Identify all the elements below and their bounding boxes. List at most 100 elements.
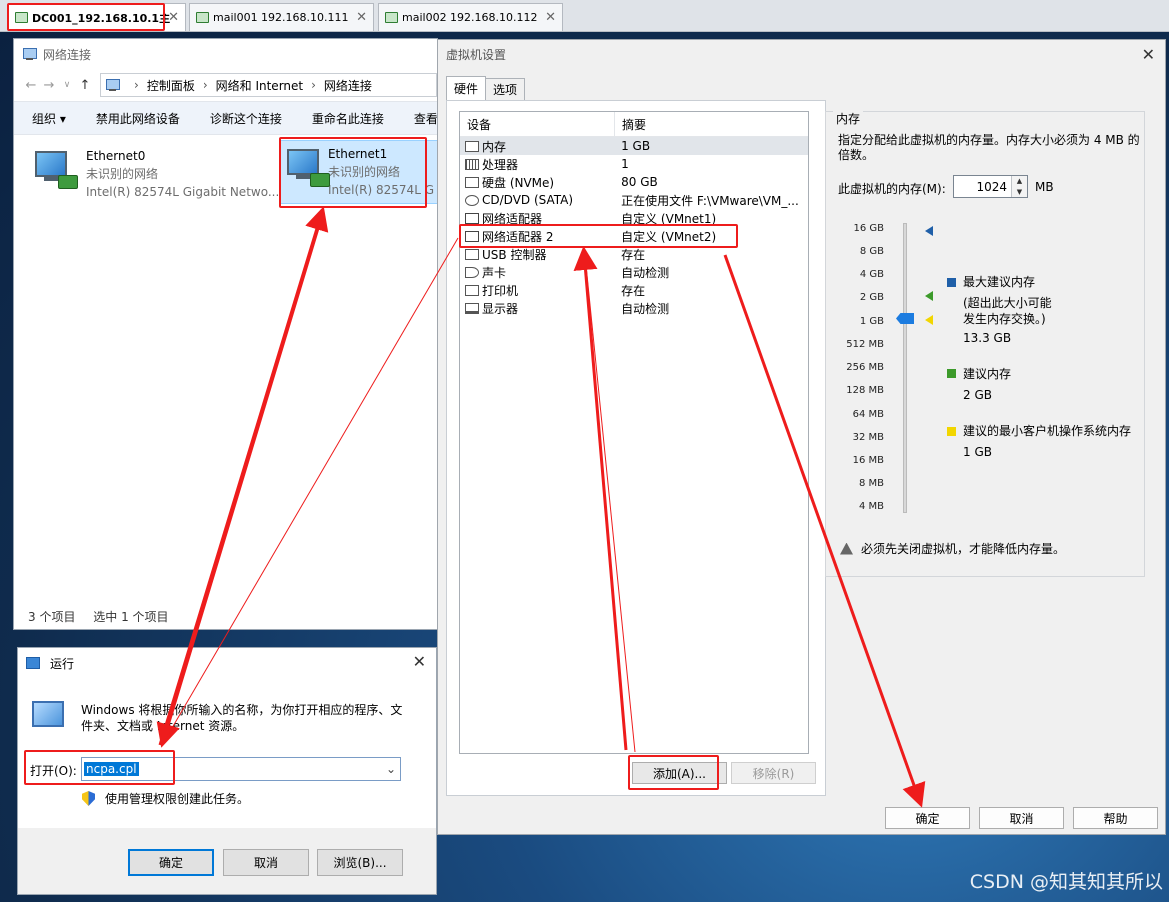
- close-icon[interactable]: ✕: [545, 10, 556, 25]
- scale-label: 16 MB: [852, 455, 884, 466]
- dropdown-icon[interactable]: ∨: [58, 80, 76, 90]
- selected-count: 选中 1 个项目: [93, 610, 169, 624]
- device-list: 设备 摘要 内存 1 GB 处理器 1 硬盘 (NVMe) 80 GB CD/D…: [459, 111, 809, 754]
- adapter-name: Ethernet1: [327, 147, 388, 161]
- min-recommended-marker: [925, 315, 933, 325]
- add-device-button[interactable]: 添加(A)...: [632, 762, 727, 784]
- tab-options[interactable]: 选项: [485, 78, 526, 100]
- device-row-cpu[interactable]: 处理器 1: [460, 155, 808, 173]
- device-row-network-adapter[interactable]: 网络适配器 自定义 (VMnet1): [460, 209, 808, 227]
- organize-button[interactable]: 组织 ▾: [32, 110, 66, 127]
- network-adapter-icon: [32, 147, 78, 193]
- vm-running-icon: [385, 12, 398, 23]
- device-row-disk[interactable]: 硬盘 (NVMe) 80 GB: [460, 173, 808, 191]
- legend-minimum-value: 1 GB: [963, 445, 992, 459]
- column-header-summary[interactable]: 摘要: [615, 116, 646, 133]
- window-titlebar[interactable]: 虚拟机设置: [438, 40, 1165, 68]
- window-titlebar[interactable]: 网络连接: [14, 39, 437, 69]
- hardware-panel: 设备 摘要 内存 1 GB 处理器 1 硬盘 (NVMe) 80 GB CD/D…: [446, 100, 826, 796]
- forward-icon[interactable]: →: [40, 78, 58, 93]
- window-titlebar[interactable]: 运行: [18, 648, 436, 678]
- device-row-display[interactable]: 显示器 自动检测: [460, 299, 808, 317]
- breadcrumb[interactable]: › 控制面板 › 网络和 Internet › 网络连接: [100, 73, 437, 97]
- network-adapter-icon: [284, 145, 330, 191]
- display-icon: [465, 302, 479, 314]
- scale-label: 256 MB: [846, 362, 884, 373]
- up-icon[interactable]: ↑: [76, 78, 94, 93]
- device-row-printer[interactable]: 打印机 存在: [460, 281, 808, 299]
- back-icon[interactable]: ←: [22, 78, 40, 93]
- control-panel-icon: [105, 78, 120, 92]
- spin-arrows[interactable]: ▲ ▼: [1011, 176, 1027, 197]
- run-icon: [26, 657, 40, 669]
- recommended-marker: [925, 291, 933, 301]
- disable-device-button[interactable]: 禁用此网络设备: [96, 110, 180, 127]
- adapter-ethernet1[interactable]: Ethernet1 未识别的网络 Intel(R) 82574L G: [279, 140, 437, 204]
- scale-label: 1 GB: [859, 316, 884, 327]
- memory-value[interactable]: 1024: [976, 180, 1007, 194]
- network-connections-window: 网络连接 ← → ∨ ↑ › 控制面板 › 网络和 Internet › 网络连…: [13, 38, 438, 630]
- device-row-network-adapter-2[interactable]: 网络适配器 2 自定义 (VMnet2): [460, 227, 808, 245]
- legend-max-label: 最大建议内存: [963, 275, 1036, 289]
- memory-field-label: 此虚拟机的内存(M):: [838, 182, 946, 196]
- diagnose-button[interactable]: 诊断这个连接: [210, 110, 282, 127]
- device-list-header: 设备 摘要: [460, 112, 808, 137]
- disk-icon: [465, 176, 479, 188]
- memory-icon: [465, 140, 479, 152]
- max-recommended-marker: [925, 226, 933, 236]
- device-row-cdrom[interactable]: CD/DVD (SATA) 正在使用文件 F:\VMware\VM_...: [460, 191, 808, 209]
- view-button[interactable]: 查看: [414, 110, 437, 127]
- vm-tab-bar: DC001_192.168.10.1主 ✕ mail001 192.168.10…: [0, 0, 1169, 32]
- memory-slider-track[interactable]: [903, 223, 907, 513]
- adapter-device: Intel(R) 82574L G: [327, 183, 434, 197]
- device-row-sound[interactable]: 声卡 自动检测: [460, 263, 808, 281]
- remove-device-button[interactable]: 移除(R): [731, 762, 816, 784]
- ok-button[interactable]: 确定: [128, 849, 214, 876]
- legend-recommended-label: 建议内存: [963, 367, 1012, 381]
- legend-max-value: 13.3 GB: [963, 331, 1012, 345]
- network-icon: [465, 230, 479, 242]
- vm-tab-dc001[interactable]: DC001_192.168.10.1主 ✕: [8, 3, 186, 31]
- close-icon[interactable]: ✕: [1142, 45, 1155, 64]
- cancel-button[interactable]: 取消: [223, 849, 309, 876]
- chevron-up-icon[interactable]: ▲: [1017, 177, 1022, 185]
- vm-running-icon: [196, 12, 209, 23]
- scale-label: 32 MB: [852, 432, 884, 443]
- legend-minimum-label: 建议的最小客户机操作系统内存: [963, 424, 1132, 438]
- scale-label: 4 MB: [858, 501, 884, 512]
- column-header-device[interactable]: 设备: [460, 112, 615, 136]
- browse-button[interactable]: 浏览(B)...: [317, 849, 403, 876]
- vm-tab-mail001[interactable]: mail001 192.168.10.111 ✕: [189, 3, 374, 31]
- settings-tabs: 硬件 选项: [446, 76, 526, 100]
- tab-hardware[interactable]: 硬件: [446, 76, 487, 100]
- ok-button[interactable]: 确定: [885, 807, 970, 829]
- rename-button[interactable]: 重命名此连接: [312, 110, 384, 127]
- adapter-ethernet0[interactable]: Ethernet0 未识别的网络 Intel(R) 82574L Gigabit…: [28, 143, 283, 205]
- printer-icon: [465, 284, 479, 296]
- cancel-button[interactable]: 取消: [979, 807, 1064, 829]
- adapter-status: 未识别的网络: [327, 165, 400, 179]
- device-row-memory[interactable]: 内存 1 GB: [460, 137, 808, 155]
- close-icon[interactable]: ✕: [168, 10, 179, 25]
- device-row-usb[interactable]: USB 控制器 存在: [460, 245, 808, 263]
- memory-description: 指定分配给此虚拟机的内存量。内存大小必须为 4 MB 的倍数。: [838, 133, 1140, 162]
- breadcrumb-item[interactable]: 控制面板: [147, 77, 195, 94]
- run-program-icon: [32, 701, 64, 727]
- open-combobox[interactable]: ncpa.cpl ⌄: [81, 757, 401, 781]
- chevron-down-icon[interactable]: ⌄: [386, 762, 396, 776]
- memory-spinbox[interactable]: 1024 ▲ ▼: [953, 175, 1028, 198]
- breadcrumb-item[interactable]: 网络连接: [324, 77, 372, 94]
- help-button[interactable]: 帮助: [1073, 807, 1158, 829]
- close-icon[interactable]: ✕: [413, 652, 426, 671]
- scale-label: 128 MB: [846, 385, 884, 396]
- address-bar: ← → ∨ ↑ › 控制面板 › 网络和 Internet › 网络连接: [14, 69, 437, 101]
- vm-tab-mail002[interactable]: mail002 192.168.10.112 ✕: [378, 3, 563, 31]
- breadcrumb-item[interactable]: 网络和 Internet: [216, 77, 303, 94]
- close-icon[interactable]: ✕: [356, 10, 367, 25]
- open-value[interactable]: ncpa.cpl: [84, 762, 139, 776]
- scale-label: 4 GB: [859, 269, 884, 280]
- scale-label: 2 GB: [859, 292, 884, 303]
- legend-swatch-minimum: [947, 427, 956, 436]
- chevron-down-icon[interactable]: ▼: [1017, 188, 1022, 196]
- scale-label: 8 GB: [859, 246, 884, 257]
